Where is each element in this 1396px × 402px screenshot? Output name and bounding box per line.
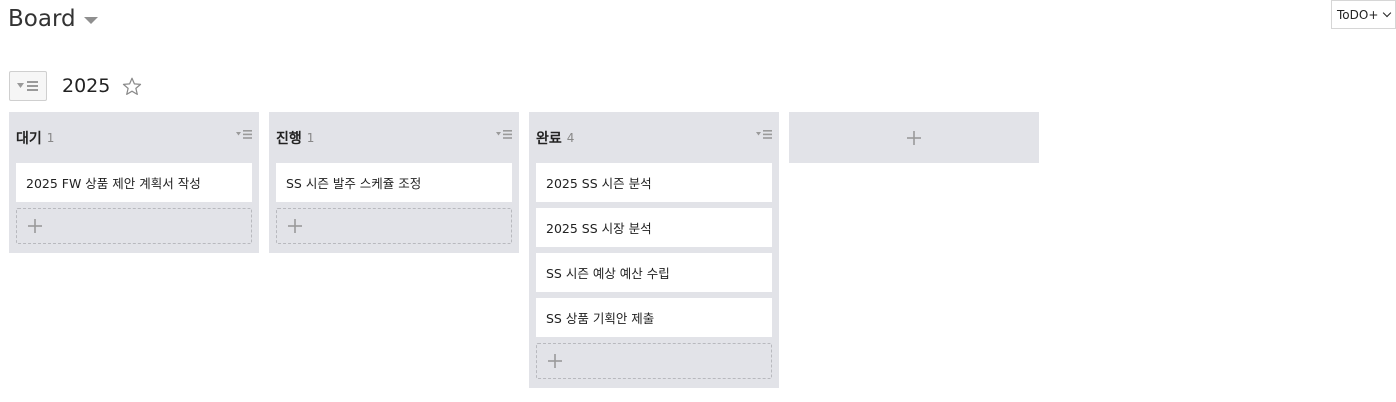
task-card[interactable]: 2025 SS 시장 분석 xyxy=(536,208,772,247)
column-menu-button[interactable] xyxy=(496,130,512,139)
favorite-button[interactable] xyxy=(122,77,142,96)
column-name: 대기 xyxy=(16,130,42,147)
column-menu-button[interactable] xyxy=(756,130,772,139)
column-done: 완료 4 2025 SS 시즌 분석 2025 SS 시장 분석 SS 시즌 예… xyxy=(529,112,779,388)
column-menu-icon xyxy=(236,130,252,139)
filter-list-icon xyxy=(17,81,38,91)
section-bar: 2025 xyxy=(9,70,142,102)
board-title: Board xyxy=(8,6,76,32)
plus-icon xyxy=(288,219,302,233)
task-card[interactable]: 2025 FW 상품 제안 계획서 작성 xyxy=(16,163,252,202)
column-menu-button[interactable] xyxy=(236,130,252,139)
column-name: 완료 xyxy=(536,130,562,147)
chevron-down-icon xyxy=(1382,8,1392,18)
column-count: 1 xyxy=(306,130,315,145)
task-card[interactable]: 2025 SS 시즌 분석 xyxy=(536,163,772,202)
task-card[interactable]: SS 시즌 예상 예산 수립 xyxy=(536,253,772,292)
column-count: 4 xyxy=(566,130,575,145)
view-select[interactable]: ToDO+ xyxy=(1331,0,1396,29)
column-menu-icon xyxy=(756,130,772,139)
top-bar: Board ToDO+ xyxy=(0,0,1396,40)
section-title: 2025 xyxy=(62,75,111,97)
column-header: 완료 4 xyxy=(536,112,772,163)
column-count: 1 xyxy=(46,130,55,145)
plus-icon xyxy=(28,219,42,233)
column-waiting: 대기 1 2025 FW 상품 제안 계획서 작성 xyxy=(9,112,259,253)
column-in-progress: 진행 1 SS 시즌 발주 스케쥴 조정 xyxy=(269,112,519,253)
task-card[interactable]: SS 시즌 발주 스케쥴 조정 xyxy=(276,163,512,202)
column-menu-icon xyxy=(496,130,512,139)
filter-button[interactable] xyxy=(9,71,47,101)
caret-down-icon xyxy=(83,17,98,24)
view-select-value: ToDO+ xyxy=(1337,7,1379,22)
add-card-button[interactable] xyxy=(276,208,512,244)
board-title-dropdown[interactable]: Board xyxy=(8,3,98,35)
add-column-button[interactable] xyxy=(789,112,1039,163)
star-outline-icon xyxy=(123,77,142,95)
plus-icon xyxy=(907,130,921,145)
column-header: 진행 1 xyxy=(276,112,512,163)
add-card-button[interactable] xyxy=(536,343,772,379)
column-header: 대기 1 xyxy=(16,112,252,163)
task-card[interactable]: SS 상품 기획안 제출 xyxy=(536,298,772,337)
add-card-button[interactable] xyxy=(16,208,252,244)
column-name: 진행 xyxy=(276,130,302,147)
plus-icon xyxy=(548,354,562,368)
